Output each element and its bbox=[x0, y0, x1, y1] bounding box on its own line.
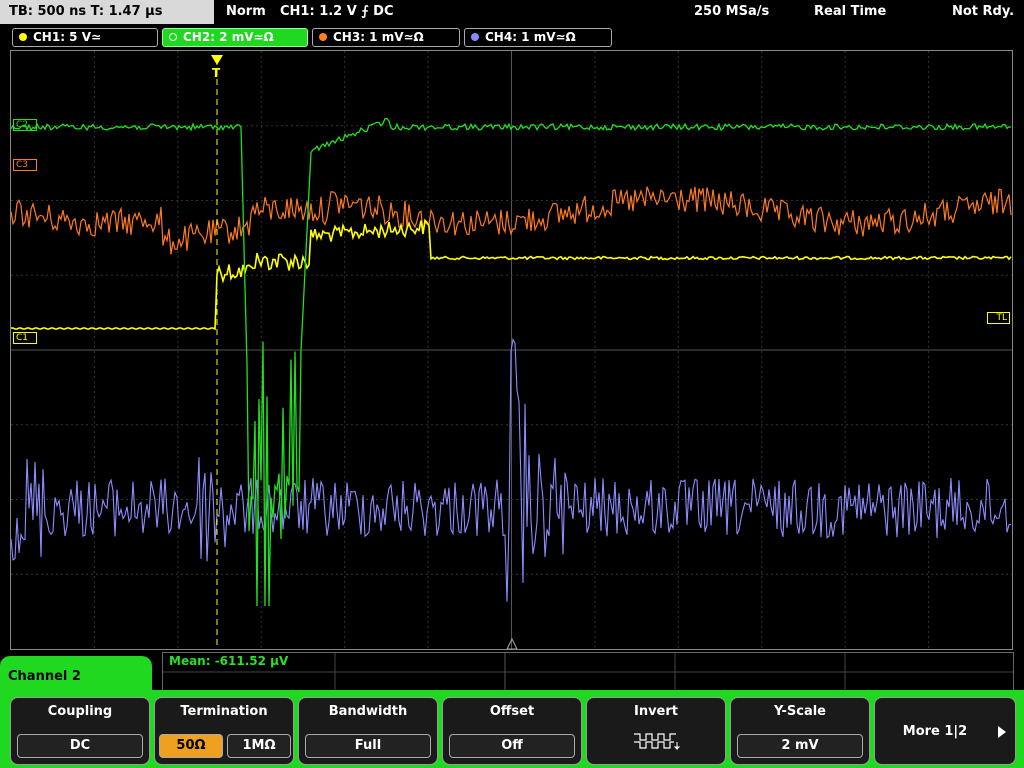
termination-title: Termination bbox=[180, 704, 268, 719]
trigger-position-label: T bbox=[212, 66, 221, 80]
tab-ch4-label: CH4: 1 mV≃Ω bbox=[485, 30, 576, 44]
coupling-title: Coupling bbox=[47, 704, 113, 719]
trigger-level-label: TL bbox=[996, 313, 1007, 323]
invert-softkey[interactable]: Invert bbox=[586, 697, 726, 765]
measurement-panel bbox=[162, 652, 1014, 692]
offset-value[interactable]: Off bbox=[449, 734, 575, 758]
tab-ch2[interactable]: CH2: 2 mV≃Ω bbox=[162, 28, 308, 47]
arrow-right-icon bbox=[998, 726, 1006, 738]
trigger-position-marker-icon[interactable] bbox=[211, 55, 223, 65]
trigger-readout[interactable]: CH1: 1.2 V ⨍ DC bbox=[280, 0, 394, 24]
mean-measurement: Mean: -611.52 µV bbox=[169, 654, 289, 668]
more-title: More 1|2 bbox=[902, 724, 968, 739]
termination-1m-ohm-option[interactable]: 1MΩ bbox=[227, 734, 291, 758]
invert-title: Invert bbox=[633, 704, 678, 719]
menu-title-text: Channel 2 bbox=[8, 669, 81, 684]
y-scale-title: Y-Scale bbox=[773, 704, 826, 719]
tab-ch3-label: CH3: 1 mV≃Ω bbox=[333, 30, 424, 44]
y-scale-softkey[interactable]: Y-Scale 2 mV bbox=[730, 697, 870, 765]
ch2-ground-marker[interactable]: C2 bbox=[13, 119, 38, 131]
ch1-marker-label: C1 bbox=[16, 333, 29, 343]
coupling-softkey[interactable]: Coupling DC bbox=[10, 697, 150, 765]
ch3-ground-marker[interactable]: C3 bbox=[13, 159, 38, 171]
termination-50-ohm-option[interactable]: 50Ω bbox=[159, 734, 223, 758]
offset-title: Offset bbox=[489, 704, 535, 719]
termination-softkey[interactable]: Termination 50Ω 1MΩ bbox=[154, 697, 294, 765]
tab-ch3[interactable]: CH3: 1 mV≃Ω bbox=[312, 28, 460, 47]
bandwidth-softkey[interactable]: Bandwidth Full bbox=[298, 697, 438, 765]
trigger-level-marker[interactable]: TL bbox=[987, 312, 1010, 324]
tab-ch2-label: CH2: 2 mV≃Ω bbox=[183, 30, 274, 44]
acquisition-status: Not Rdy. bbox=[952, 4, 1015, 19]
acquisition-mode: Real Time bbox=[814, 4, 887, 19]
trigger-mode: Norm bbox=[226, 4, 266, 19]
ch3-marker-label: C3 bbox=[16, 160, 29, 170]
ch2-color-icon bbox=[169, 33, 177, 41]
tab-ch1-label: CH1: 5 V≃ bbox=[33, 30, 102, 44]
ch1-ground-marker[interactable]: C1 bbox=[13, 332, 38, 344]
offset-softkey[interactable]: Offset Off bbox=[442, 697, 582, 765]
bandwidth-title: Bandwidth bbox=[328, 704, 408, 719]
ch3-color-icon bbox=[319, 33, 327, 41]
menu-title: Channel 2 bbox=[0, 656, 152, 702]
tab-ch4[interactable]: CH4: 1 mV≃Ω bbox=[464, 28, 612, 47]
sample-rate: 250 MSa/s bbox=[694, 4, 770, 19]
y-scale-value[interactable]: 2 mV bbox=[737, 734, 863, 758]
invert-waveform-icon bbox=[634, 733, 681, 751]
tab-ch1[interactable]: CH1: 5 V≃ bbox=[12, 28, 158, 47]
waveform-canvas: T bbox=[11, 51, 1012, 649]
timebase-readout[interactable]: TB: 500 ns T: 1.47 µs bbox=[0, 0, 214, 24]
measurement-grid bbox=[163, 653, 1013, 691]
waveform-display[interactable]: T C2 C3 C1 TL bbox=[10, 50, 1013, 650]
ch4-color-icon bbox=[471, 33, 479, 41]
status-bar: Norm CH1: 1.2 V ⨍ DC 250 MSa/s Real Time… bbox=[214, 0, 1024, 24]
coupling-value[interactable]: DC bbox=[17, 734, 143, 758]
more-softkey[interactable]: More 1|2 bbox=[874, 697, 1016, 765]
bandwidth-value[interactable]: Full bbox=[305, 734, 431, 758]
ch2-marker-label: C2 bbox=[16, 120, 29, 130]
ch1-color-icon bbox=[19, 33, 27, 41]
